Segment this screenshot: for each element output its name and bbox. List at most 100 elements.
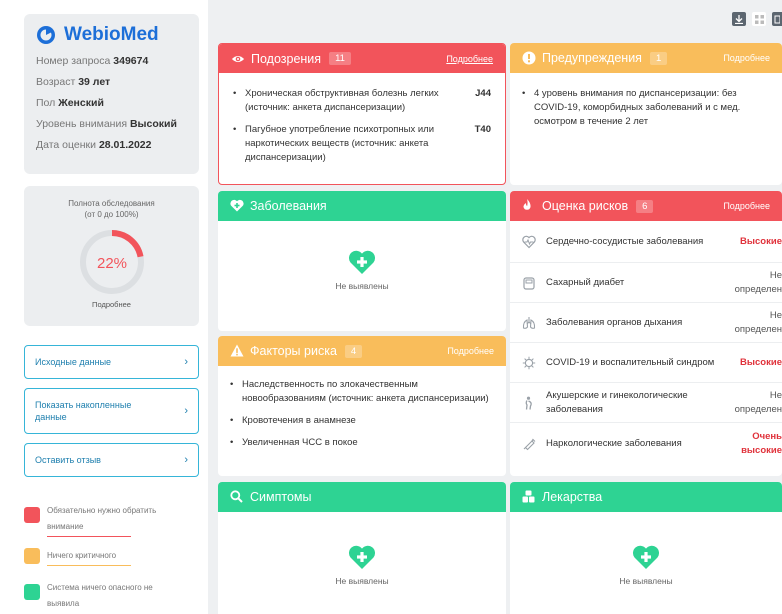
patient-info-card: WebioMed Номер запроса 349674 Возраст 39…	[24, 14, 199, 174]
accumulated-data-button[interactable]: Показать накопленные данные ›	[24, 388, 199, 434]
exclamation-circle-icon	[522, 51, 536, 65]
risk-row-covid[interactable]: COVID-19 и воспалительный синдром Высоки…	[510, 343, 782, 383]
source-data-button[interactable]: Исходные данные ›	[24, 345, 199, 379]
risk-factors-more-link[interactable]: Подробнее	[447, 346, 494, 356]
legend-green-swatch	[24, 584, 40, 600]
list-item: • Кровотечения в анамнезе	[230, 415, 356, 426]
diseases-header: Заболевания	[218, 191, 506, 221]
risk-value: Очень высокие	[741, 431, 782, 456]
suspicions-title: Подозрения	[251, 51, 322, 66]
risk-assessment-card: Оценка рисков 6 Подробнее Сердечно-сосуд…	[510, 191, 782, 476]
drugs-card: Лекарства Не выявлены	[510, 482, 782, 614]
risk-value: Высокие	[740, 356, 782, 368]
completeness-title: Полнота обследования (от 0 до 100%)	[68, 199, 155, 219]
heart-plus-icon	[348, 250, 376, 274]
legend-red: Обязательно нужно обратить внимание	[24, 503, 167, 537]
completeness-more-link[interactable]: Подробнее	[24, 300, 199, 309]
warnings-more-link[interactable]: Подробнее	[723, 53, 770, 63]
suspicions-header: Подозрения 11 Подробнее	[219, 44, 505, 73]
pills-icon	[522, 490, 536, 504]
list-item: • Увеличенная ЧСС в покое	[230, 437, 358, 448]
drugs-header: Лекарства	[510, 482, 782, 512]
search-icon	[230, 490, 244, 504]
patient-sex: Пол Женский	[36, 97, 104, 109]
risk-factors-card: Факторы риска 4 Подробнее • Наследственно…	[218, 336, 506, 476]
risk-value: Не определен	[734, 389, 782, 415]
attention-level: Уровень внимания Высокий	[36, 118, 177, 130]
completeness-ring: 22%	[79, 230, 144, 294]
list-item: • Хроническая обструктивная болезнь легки…	[233, 88, 491, 113]
drugs-title: Лекарства	[542, 490, 603, 504]
heart-plus-icon	[348, 545, 376, 569]
risk-factors-header: Факторы риска 4 Подробнее	[218, 336, 506, 366]
risk-factors-count: 4	[344, 344, 363, 358]
legend-orange: Ничего критичного	[24, 548, 167, 566]
symptoms-title: Симптомы	[250, 490, 312, 504]
risk-list: Сердечно-сосудистые заболевания Высокие …	[510, 221, 782, 465]
warnings-card: Предупреждения 1 Подробнее • 4 уровень вн…	[510, 43, 782, 185]
flame-icon	[522, 199, 536, 213]
symptoms-card: Симптомы Не выявлены	[218, 482, 506, 614]
list-item: • Пагубное употребление психотропных или …	[233, 124, 491, 163]
warning-triangle-icon	[230, 344, 244, 358]
grid-view-icon[interactable]	[752, 12, 766, 26]
heart-plus-icon	[230, 199, 244, 213]
risk-row-obstetric[interactable]: Акушерские и гинекологические заболевани…	[510, 383, 782, 423]
risk-value: Высокие	[740, 235, 782, 247]
logo[interactable]: WebioMed	[36, 24, 187, 46]
risk-value: Не определен	[734, 309, 782, 335]
assessment-date: Дата оценки 28.01.2022	[36, 139, 152, 151]
feedback-button[interactable]: Оставить отзыв ›	[24, 443, 199, 477]
request-number: Номер запроса 349674	[36, 55, 149, 67]
risk-row-diabetes[interactable]: Сахарный диабет Не определен	[510, 263, 782, 303]
risk-assessment-count: 6	[636, 199, 654, 213]
sidebar: WebioMed Номер запроса 349674 Возраст 39…	[0, 0, 208, 614]
risk-assessment-title: Оценка рисков	[542, 199, 629, 213]
heart-plus-icon	[632, 545, 660, 569]
risk-factors-list[interactable]: • Наследственность по злокачественным нов…	[218, 366, 506, 450]
pregnancy-icon	[525, 396, 532, 410]
risk-factors-title: Факторы риска	[250, 344, 337, 358]
diseases-card: Заболевания Не выявлены	[218, 191, 506, 331]
suspicions-card: Подозрения 11 Подробнее • Хроническая обс…	[218, 43, 506, 185]
list-item: • 4 уровень внимания по диспансеризации: …	[522, 88, 741, 127]
risk-value: Не определен	[734, 269, 782, 295]
legend-red-swatch	[24, 507, 40, 523]
warnings-list: • 4 уровень внимания по диспансеризации: …	[510, 73, 782, 129]
list-item: • Наследственность по злокачественным нов…	[230, 379, 489, 404]
list-view-icon[interactable]	[772, 12, 782, 26]
legend-orange-swatch	[24, 548, 40, 564]
symptoms-empty-state: Не выявлены	[218, 544, 506, 586]
logo-text: WebioMed	[64, 24, 159, 45]
completeness-percent: 22%	[96, 255, 126, 272]
completeness-card: Полнота обследования (от 0 до 100%) 22% …	[24, 186, 199, 326]
drugs-empty-state: Не выявлены	[510, 544, 782, 586]
chevron-right-icon: ›	[184, 356, 188, 368]
glucose-meter-icon	[523, 276, 535, 290]
risk-row-narcology[interactable]: Наркологические заболевания Очень высоки…	[510, 423, 782, 465]
syringe-icon	[523, 438, 536, 451]
diseases-empty-state: Не выявлены	[218, 249, 506, 291]
risk-assessment-more-link[interactable]: Подробнее	[723, 201, 770, 211]
risk-assessment-header: Оценка рисков 6 Подробнее	[510, 191, 782, 221]
webiomed-logo-icon	[37, 26, 55, 44]
warnings-count: 1	[649, 51, 668, 65]
patient-age: Возраст 39 лет	[36, 76, 111, 88]
lungs-icon	[522, 316, 536, 329]
chevron-right-icon: ›	[184, 405, 188, 417]
eye-icon	[231, 52, 245, 66]
chevron-right-icon: ›	[184, 454, 188, 466]
risk-row-respiratory[interactable]: Заболевания органов дыхания Не определен	[510, 303, 782, 343]
warnings-title: Предупреждения	[542, 51, 642, 65]
download-icon[interactable]	[732, 12, 746, 26]
virus-icon	[522, 356, 536, 369]
legend-green: Система ничего опасного не выявила	[24, 580, 167, 612]
suspicions-more-link[interactable]: Подробнее	[446, 54, 493, 64]
warnings-header: Предупреждения 1 Подробнее	[510, 43, 782, 73]
suspicions-count: 11	[329, 52, 351, 65]
diseases-title: Заболевания	[250, 199, 327, 213]
symptoms-header: Симптомы	[218, 482, 506, 512]
risk-row-cardio[interactable]: Сердечно-сосудистые заболевания Высокие	[510, 221, 782, 263]
suspicions-list[interactable]: • Хроническая обструктивная болезнь легки…	[219, 73, 505, 184]
view-toolbar	[732, 12, 782, 26]
